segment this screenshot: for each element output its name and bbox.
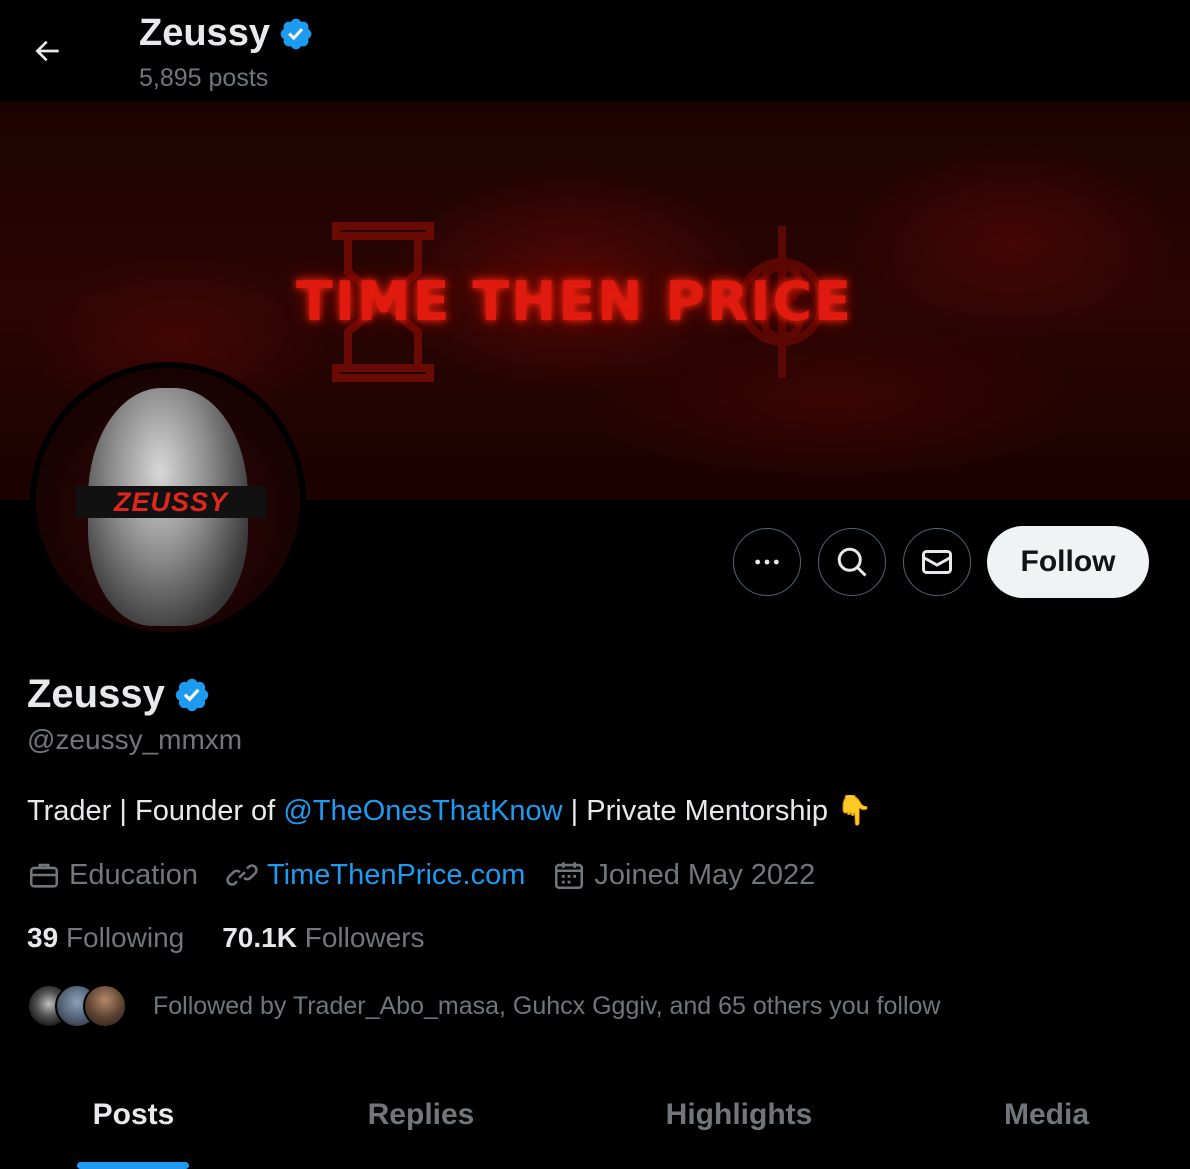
verified-badge-icon <box>280 18 312 49</box>
back-button[interactable] <box>26 31 70 71</box>
link-icon <box>226 864 258 886</box>
avatar-label: ZEUSSY <box>113 486 229 517</box>
tab-label: Media <box>1003 1098 1090 1131</box>
bio-prefix: Trader | Founder of <box>27 795 284 827</box>
avatar-image: ZEUSSY <box>36 368 300 632</box>
top-bar: Zeussy 5,895 posts <box>0 0 1190 102</box>
following-count: 39 <box>27 922 59 953</box>
tab-label: Replies <box>367 1098 475 1131</box>
more-icon <box>755 559 779 565</box>
tab-highlights[interactable]: Highlights <box>575 1078 903 1169</box>
header-title: Zeussy <box>139 12 314 55</box>
followers-count: 70.1K <box>222 922 297 953</box>
briefcase-icon <box>29 863 59 888</box>
tab-label: Posts <box>92 1098 175 1131</box>
tab-media[interactable]: Media <box>903 1078 1190 1169</box>
message-button[interactable] <box>903 528 971 596</box>
banner-text: TIME THEN PRICE <box>296 270 854 333</box>
tab-posts[interactable]: Posts <box>0 1078 267 1169</box>
joined-date: Joined May 2022 <box>594 858 816 891</box>
search-icon <box>837 547 867 577</box>
more-button[interactable] <box>733 528 801 596</box>
profile-tabs: Posts Replies Highlights Media <box>0 1078 1190 1169</box>
follow-stats: 39 Following 70.1K Followers <box>27 922 425 954</box>
follow-button[interactable]: Follow <box>987 526 1149 598</box>
active-tab-indicator <box>77 1162 189 1169</box>
mail-icon <box>922 550 952 574</box>
profile-actions: Follow <box>733 526 1149 598</box>
tab-replies[interactable]: Replies <box>267 1078 575 1169</box>
followed-by-text: Followed by Trader_Abo_masa, Guhcx Gggiv… <box>153 991 941 1020</box>
search-profile-button[interactable] <box>818 528 886 596</box>
profile-bio: Trader | Founder of @TheOnesThatKnow | P… <box>27 794 872 828</box>
category-item: Education <box>27 858 198 892</box>
website-item: TimeThenPrice.com <box>225 858 525 892</box>
avatar[interactable]: ZEUSSY <box>30 362 306 638</box>
tab-label: Highlights <box>665 1098 813 1131</box>
verified-badge-icon[interactable] <box>173 676 211 714</box>
followers-label: Followers <box>304 922 425 953</box>
website-link[interactable]: TimeThenPrice.com <box>267 859 525 892</box>
profile-handle: @zeussy_mmxm <box>27 724 243 755</box>
following-link[interactable]: 39 Following <box>27 922 184 954</box>
header-name: Zeussy <box>139 12 270 54</box>
calendar-icon <box>555 862 584 890</box>
bio-suffix: | Private Mentorship <box>562 795 837 827</box>
back-arrow-icon <box>35 40 59 62</box>
pointing-down-emoji: 👇 <box>836 795 873 827</box>
follower-avatar <box>83 984 127 1028</box>
posts-count: 5,895 posts <box>139 64 269 92</box>
following-label: Following <box>65 922 185 953</box>
display-name: Zeussy <box>27 672 165 716</box>
followed-by-row[interactable]: Followed by Trader_Abo_masa, Guhcx Gggiv… <box>27 984 940 1028</box>
joined-item: Joined May 2022 <box>552 858 815 892</box>
category-label: Education <box>69 858 198 891</box>
profile-meta: Education TimeThenPrice.com Joined May 2… <box>27 858 842 892</box>
avatar-eyeband: ZEUSSY <box>76 486 266 518</box>
followers-link[interactable]: 70.1K Followers <box>222 922 424 954</box>
bio-mention-link[interactable]: @TheOnesThatKnow <box>283 795 562 827</box>
profile-name: Zeussy <box>27 672 211 717</box>
